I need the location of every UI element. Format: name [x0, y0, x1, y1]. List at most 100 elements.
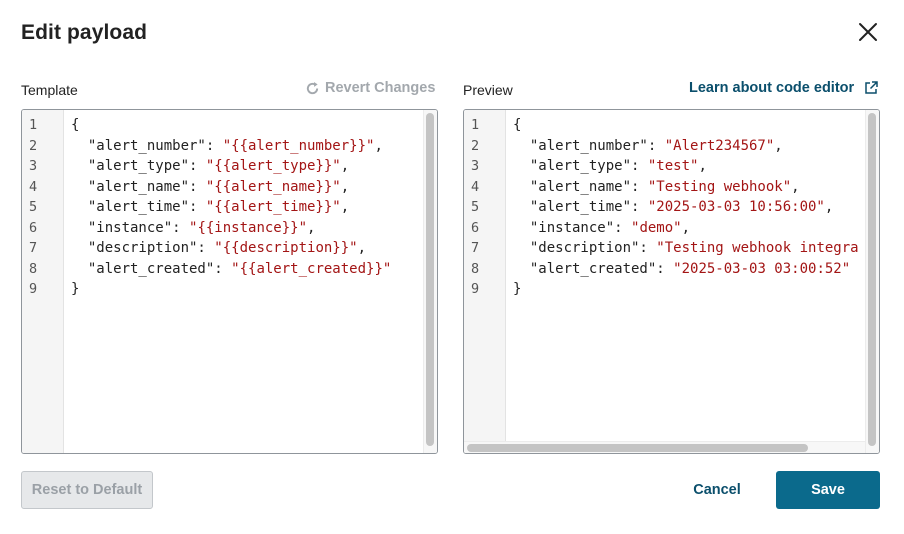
code-line: 2 "alert_number": "Alert234567",	[464, 136, 879, 157]
code-token: ,	[824, 199, 834, 216]
code-token: ,	[340, 158, 350, 175]
external-link-icon	[865, 81, 878, 94]
code-text: "alert_created": "{{alert_created}}"	[64, 261, 391, 277]
revert-changes-button[interactable]: Revert Changes	[305, 80, 435, 96]
code-line: 9}	[464, 279, 879, 300]
code-text: "alert_type": "{{alert_type}}",	[64, 158, 349, 174]
dialog-title: Edit payload	[21, 21, 148, 44]
code-token: ,	[698, 158, 707, 175]
close-icon	[859, 23, 877, 41]
reset-to-default-button[interactable]: Reset to Default	[21, 471, 153, 509]
string-token: "test"	[647, 158, 699, 175]
code-token: ,	[774, 137, 783, 154]
code-token: "alert_time":	[513, 199, 648, 216]
string-token: "{{description}}"	[214, 240, 358, 257]
line-number: 5	[29, 199, 38, 216]
line-number: 4	[471, 178, 480, 195]
string-token: "{{alert_created}}"	[231, 260, 392, 277]
code-line: 6 "instance": "{{instance}}",	[22, 218, 437, 239]
code-text: "description": "Testing webhook integra	[506, 240, 859, 256]
code-token: "alert_number":	[513, 137, 665, 154]
code-token: "description":	[71, 240, 215, 257]
string-token: "{{alert_number}}"	[222, 137, 375, 154]
string-token: "{{instance}}"	[189, 219, 308, 236]
string-token: "Alert234567"	[664, 137, 775, 154]
code-token: "alert_name":	[513, 178, 648, 195]
string-token: "{{alert_type}}"	[205, 158, 341, 175]
code-line: 7 "description": "{{description}}",	[22, 238, 437, 259]
code-token: {	[71, 117, 80, 134]
code-token: "description":	[513, 240, 657, 257]
code-line: 8 "alert_created": "{{alert_created}}"	[22, 259, 437, 280]
code-text: "alert_type": "test",	[506, 158, 707, 174]
code-token: "alert_name":	[71, 178, 206, 195]
learn-code-editor-label: Learn about code editor	[689, 80, 855, 96]
code-text: "alert_name": "Testing webhook",	[506, 179, 800, 195]
refresh-icon	[306, 81, 319, 94]
code-token: }	[513, 281, 522, 298]
line-number: 7	[29, 240, 38, 257]
vertical-scrollbar[interactable]	[868, 113, 876, 446]
code-token: ,	[307, 219, 316, 236]
code-token: ,	[357, 240, 367, 257]
preview-editor[interactable]: 1{2 "alert_number": "Alert234567", 3 "ale…	[463, 109, 880, 454]
code-text: "alert_time": "{{alert_time}}",	[64, 199, 349, 215]
line-number: 3	[471, 158, 480, 175]
code-token: "instance":	[513, 219, 632, 236]
string-token: "Testing webhook"	[647, 178, 792, 195]
code-line: 4 "alert_name": "Testing webhook",	[464, 177, 879, 198]
line-number: 9	[471, 281, 480, 298]
string-token: "Testing webhook integra	[656, 240, 859, 257]
line-number: 1	[29, 117, 38, 134]
line-number: 6	[29, 219, 38, 236]
code-token: }	[71, 281, 80, 298]
save-button[interactable]: Save	[776, 471, 880, 509]
line-number: 8	[471, 260, 480, 277]
line-number: 2	[29, 137, 38, 154]
template-label: Template	[21, 82, 78, 98]
preview-label: Preview	[463, 82, 513, 98]
string-token: "demo"	[631, 219, 682, 236]
vertical-scrollbar[interactable]	[426, 113, 434, 446]
line-number: 2	[471, 137, 480, 154]
code-token: "alert_created":	[71, 260, 232, 277]
line-number: 9	[29, 281, 38, 298]
horizontal-scrollbar[interactable]	[467, 444, 808, 452]
string-token: "2025-03-03 03:00:52"	[673, 260, 851, 277]
code-text: "instance": "demo",	[506, 220, 690, 236]
code-line: 1{	[22, 115, 437, 136]
code-line: 6 "instance": "demo",	[464, 218, 879, 239]
preview-code-lines: 1{2 "alert_number": "Alert234567", 3 "ale…	[464, 115, 879, 300]
code-line: 8 "alert_created": "2025-03-03 03:00:52"	[464, 259, 879, 280]
string-token: "{{alert_time}}"	[205, 199, 341, 216]
close-button[interactable]	[854, 18, 882, 46]
code-text: }	[64, 281, 79, 297]
code-token: "instance":	[71, 219, 190, 236]
code-token: {	[513, 117, 522, 134]
code-token: "alert_number":	[71, 137, 223, 154]
code-token: ,	[340, 199, 350, 216]
code-text: }	[506, 281, 521, 297]
line-number: 8	[29, 260, 38, 277]
code-line: 7 "description": "Testing webhook integr…	[464, 238, 879, 259]
line-number: 6	[471, 219, 480, 236]
code-text: "alert_number": "Alert234567",	[506, 138, 783, 154]
code-line: 4 "alert_name": "{{alert_name}}",	[22, 177, 437, 198]
string-token: "2025-03-03 10:56:00"	[647, 199, 825, 216]
code-line: 9}	[22, 279, 437, 300]
code-token: "alert_type":	[513, 158, 648, 175]
code-line: 3 "alert_type": "{{alert_type}}",	[22, 156, 437, 177]
line-number: 5	[471, 199, 480, 216]
code-line: 1{	[464, 115, 879, 136]
line-number: 1	[471, 117, 480, 134]
learn-code-editor-link[interactable]: Learn about code editor	[689, 80, 879, 96]
cancel-button[interactable]: Cancel	[683, 471, 751, 509]
code-text: {	[64, 117, 79, 133]
line-number: 7	[471, 240, 480, 257]
code-text: {	[506, 117, 521, 133]
code-line: 5 "alert_time": "2025-03-03 10:56:00",	[464, 197, 879, 218]
code-line: 3 "alert_type": "test",	[464, 156, 879, 177]
template-editor[interactable]: 1{2 "alert_number": "{{alert_number}}", 3…	[21, 109, 438, 454]
code-token: ,	[340, 178, 350, 195]
code-text: "alert_name": "{{alert_name}}",	[64, 179, 349, 195]
